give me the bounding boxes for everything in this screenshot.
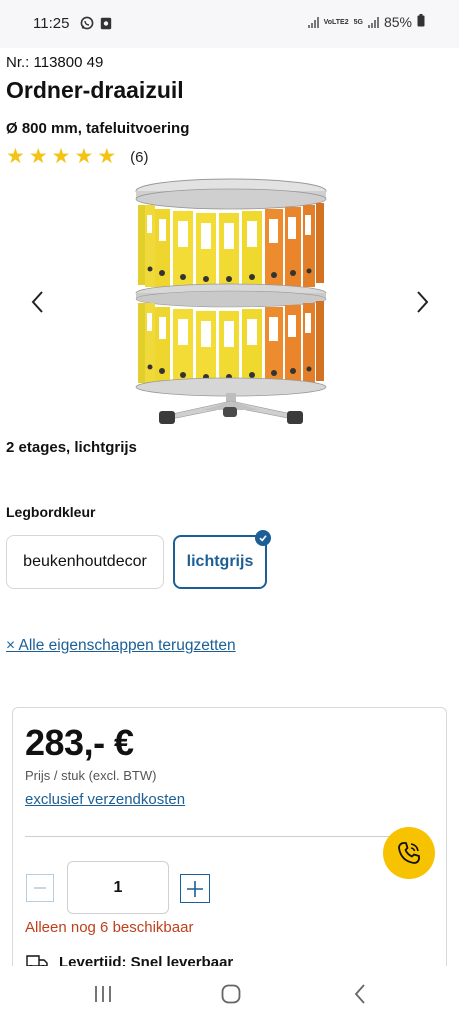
color-option-lichtgrijs[interactable]: lichtgrijs [173, 530, 271, 589]
color-selector-label: Legbordkleur [6, 504, 96, 520]
recent-apps-icon [95, 986, 111, 1002]
star-icon: ★ [74, 145, 94, 168]
gallery-next-button[interactable] [408, 282, 438, 322]
star-icon: ★ [28, 145, 48, 168]
reset-properties-link[interactable]: × Alle eigenschappen terugzetten [6, 637, 236, 655]
color-option-label: beukenhoutdecor [23, 553, 147, 570]
back-icon [354, 984, 365, 1004]
signal-icon [307, 16, 319, 28]
divider [25, 836, 405, 837]
app-notification-icon [100, 17, 112, 35]
navigation-bar [0, 966, 459, 1024]
product-title: Ordner-draaizuil [6, 77, 184, 103]
quantity-increase-button[interactable] [180, 874, 210, 903]
check-icon [255, 530, 271, 546]
price: 283,- € [25, 722, 134, 763]
availability-text: Alleen nog 6 beschikbaar [25, 919, 194, 936]
battery-icon [417, 14, 425, 30]
quantity-input[interactable] [67, 861, 169, 914]
color-option-label: lichtgrijs [186, 553, 254, 570]
status-time: 11:25 [33, 15, 70, 32]
home-button[interactable] [216, 982, 246, 1006]
back-button[interactable] [345, 982, 375, 1006]
5g-badge: 5G [353, 18, 363, 26]
signal-icon [367, 16, 379, 28]
minus-icon [34, 887, 46, 889]
call-button[interactable] [383, 827, 435, 879]
home-icon [221, 984, 241, 1004]
product-gallery [0, 170, 459, 430]
quantity-decrease-button[interactable] [26, 874, 54, 902]
plus-icon [187, 880, 203, 897]
battery-percent: 85% [383, 14, 412, 30]
article-number: Nr.: 113800 49 [6, 54, 104, 71]
color-option-beukenhoutdecor[interactable]: beukenhoutdecor [6, 535, 164, 589]
rating[interactable]: ★ ★ ★ ★ ★ (6) [6, 145, 149, 168]
star-icon: ★ [51, 145, 71, 168]
price-note: Prijs / stuk (excl. BTW) [25, 768, 157, 783]
chevron-right-icon [417, 291, 429, 313]
phone-icon [398, 842, 420, 864]
star-icon: ★ [97, 145, 117, 168]
shipping-costs-link[interactable]: exclusief verzendkosten [25, 791, 185, 808]
whatsapp-icon [80, 16, 94, 35]
star-icon: ★ [6, 145, 25, 168]
variant-description: 2 etages, lichtgrijs [6, 439, 137, 456]
status-bar: 11:25 VoLTE2 5G 85% [0, 0, 459, 48]
recent-apps-button[interactable] [88, 982, 118, 1006]
rating-count: (6) [130, 148, 149, 166]
product-subtitle: Ø 800 mm, tafeluitvoering [6, 120, 190, 137]
gallery-prev-button[interactable] [22, 282, 52, 322]
chevron-left-icon [31, 291, 43, 313]
rotating-file-carousel-image [135, 178, 327, 424]
volte-badge: VoLTE2 [323, 18, 349, 26]
